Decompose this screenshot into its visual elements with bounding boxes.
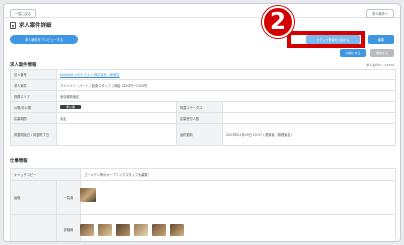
company-link[interactable]: KAKAMA 1103 テスト 株式会社 / 新宿店 (60, 73, 120, 77)
edit-button[interactable]: 編集 (368, 35, 394, 44)
preview-button[interactable]: 求人案件をプレビューする (10, 35, 78, 44)
page-title: 求人案件詳細 (10, 21, 51, 29)
row-label: 法人番号 (10, 69, 57, 80)
info-table: 法人番号 KAKAMA 1103 テスト 株式会社 / 新宿店 求人案件 アルバ… (10, 69, 396, 146)
row-label: キャッチコピー (10, 168, 81, 181)
work-table: キャッチコピー ゴールデン帯のオープニングスタッフ大募集！ 画像 一覧用 詳細用 (10, 168, 396, 241)
row-label: 勤務エリア (10, 90, 57, 102)
duplicate-button[interactable]: 複製する (370, 49, 394, 57)
row-value: 未定 (56, 112, 177, 124)
row-label (10, 214, 57, 241)
table-row: 応募期間 未定 応募受付人数 (10, 112, 396, 124)
work-section-title: 仕事情報 (10, 159, 28, 164)
image-cell (80, 180, 396, 215)
row-value: 東京都新宿区 (56, 90, 396, 102)
table-row: 画像 一覧用 (10, 180, 396, 215)
highlight-frame (287, 31, 365, 48)
row-label: 掲載ステータス (176, 101, 223, 113)
detail-thumbnail-image (170, 224, 184, 236)
row-label: 最終更新 (176, 123, 223, 146)
top-bar: 一覧に戻る 求人案件へ (4, 4, 400, 18)
detail-thumbnail-image (116, 224, 130, 236)
row-value (56, 123, 177, 146)
row-sublabel: 一覧用 (56, 180, 81, 215)
row-label: 掲載開始日 / 掲載終了日 (10, 123, 57, 146)
row-value (222, 101, 396, 113)
row-label: 応募期間 (10, 112, 57, 124)
job-id-label: 求人案件ID：23456 (366, 63, 394, 67)
row-sublabel: 詳細用 (56, 214, 81, 241)
app-window: 一覧に戻る 求人案件へ 求人案件詳細 求人案件をプレビューする ステップ登録を公… (3, 3, 401, 242)
row-label: 求人案件 (10, 79, 57, 91)
row-value: ゴールデン帯のオープニングスタッフ大募集！ (80, 168, 396, 181)
document-icon (10, 21, 16, 29)
publish-toggle-button[interactable]: 公開にする (340, 49, 366, 57)
page-title-text: 求人案件詳細 (19, 23, 52, 29)
table-row: 詳細用 (10, 214, 396, 241)
row-value: 2023年02月09日 10:37 / 更新者（管理者名） (222, 123, 396, 146)
back-button[interactable]: 一覧に戻る (10, 9, 36, 18)
detail-thumbnail-image (152, 224, 166, 236)
row-value: アルバイト・パート / 飲食スタッフ / 時給 1200円〜1350円 (56, 79, 396, 91)
row-label: 画像 (10, 180, 57, 215)
row-value (222, 112, 396, 124)
info-section-title: 求人案件情報 (10, 63, 37, 68)
table-row: キャッチコピー ゴールデン帯のオープニングスタッフ大募集！ (10, 168, 396, 181)
table-row: 公開/非公開 非公開 掲載ステータス (10, 101, 396, 113)
list-thumbnail-image (80, 188, 96, 202)
detail-thumbnail-image (134, 224, 148, 236)
step-number-badge: 2 (262, 6, 294, 38)
top-right-button[interactable]: 求人案件へ (366, 9, 394, 18)
row-label: 公開/非公開 (10, 101, 57, 113)
table-row: 勤務エリア 東京都新宿区 (10, 90, 396, 102)
table-row: 求人案件 アルバイト・パート / 飲食スタッフ / 時給 1200円〜1350円 (10, 79, 396, 91)
table-row: 掲載開始日 / 掲載終了日 最終更新 2023年02月09日 10:37 / 更… (10, 123, 396, 146)
table-row: 法人番号 KAKAMA 1103 テスト 株式会社 / 新宿店 (10, 69, 396, 80)
row-label: 応募受付人数 (176, 112, 223, 124)
status-badge: 非公開 (60, 105, 82, 109)
detail-thumbnail-image (80, 224, 94, 236)
detail-thumbnail-image (98, 224, 112, 236)
